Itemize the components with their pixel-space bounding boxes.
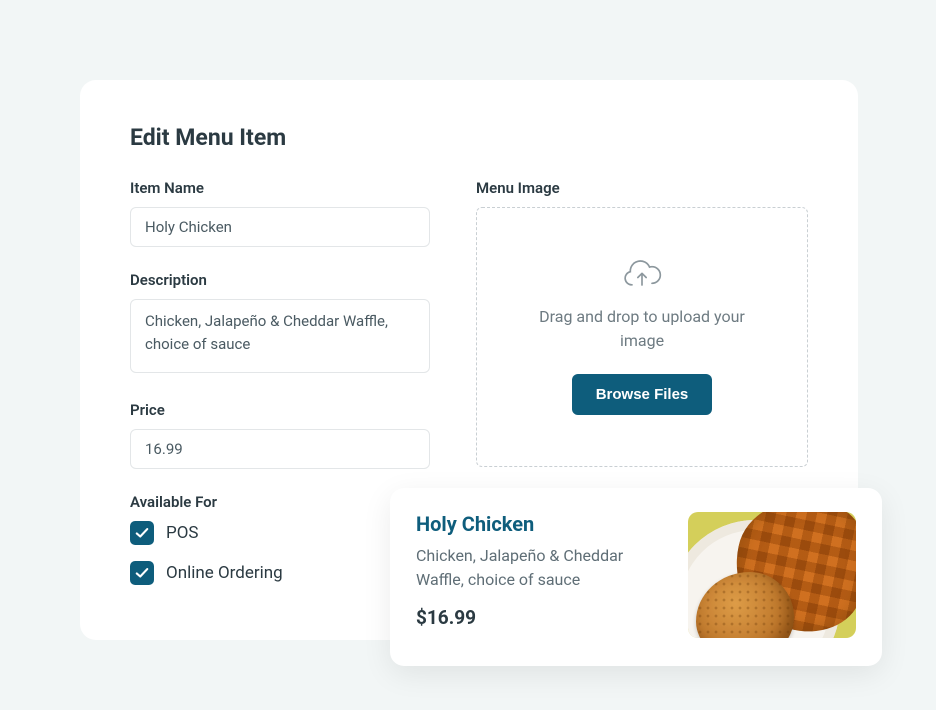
checkbox-pos-box [130, 521, 154, 545]
menu-item-preview-card: Holy Chicken Chicken, Jalapeño & Cheddar… [390, 488, 882, 666]
checkbox-online-label: Online Ordering [166, 563, 283, 583]
preview-image [688, 512, 856, 638]
form-left-column: Item Name Description Price Available Fo… [130, 179, 430, 609]
price-group: Price [130, 401, 430, 469]
available-for-label: Available For [130, 493, 430, 511]
browse-files-button[interactable]: Browse Files [572, 374, 713, 415]
description-input[interactable] [130, 299, 430, 373]
menu-image-label: Menu Image [476, 179, 808, 197]
check-icon [135, 566, 149, 580]
preview-description: Chicken, Jalapeño & Cheddar Waffle, choi… [416, 544, 666, 592]
preview-text-block: Holy Chicken Chicken, Jalapeño & Cheddar… [416, 512, 666, 629]
description-label: Description [130, 271, 430, 289]
checkbox-pos-label: POS [166, 523, 199, 543]
checkbox-pos[interactable]: POS [130, 521, 430, 545]
page-title: Edit Menu Item [130, 124, 808, 151]
item-name-group: Item Name [130, 179, 430, 247]
preview-title: Holy Chicken [416, 512, 666, 536]
item-name-label: Item Name [130, 179, 430, 197]
dropzone-text: Drag and drop to upload your image [532, 305, 752, 351]
item-name-input[interactable] [130, 207, 430, 247]
check-icon [135, 526, 149, 540]
description-group: Description [130, 271, 430, 377]
cloud-upload-icon [622, 259, 662, 291]
checkbox-online-box [130, 561, 154, 585]
preview-price: $16.99 [416, 606, 666, 629]
price-input[interactable] [130, 429, 430, 469]
checkbox-online-ordering[interactable]: Online Ordering [130, 561, 430, 585]
available-for-group: Available For POS Online Ordering [130, 493, 430, 585]
price-label: Price [130, 401, 430, 419]
image-dropzone[interactable]: Drag and drop to upload your image Brows… [476, 207, 808, 467]
